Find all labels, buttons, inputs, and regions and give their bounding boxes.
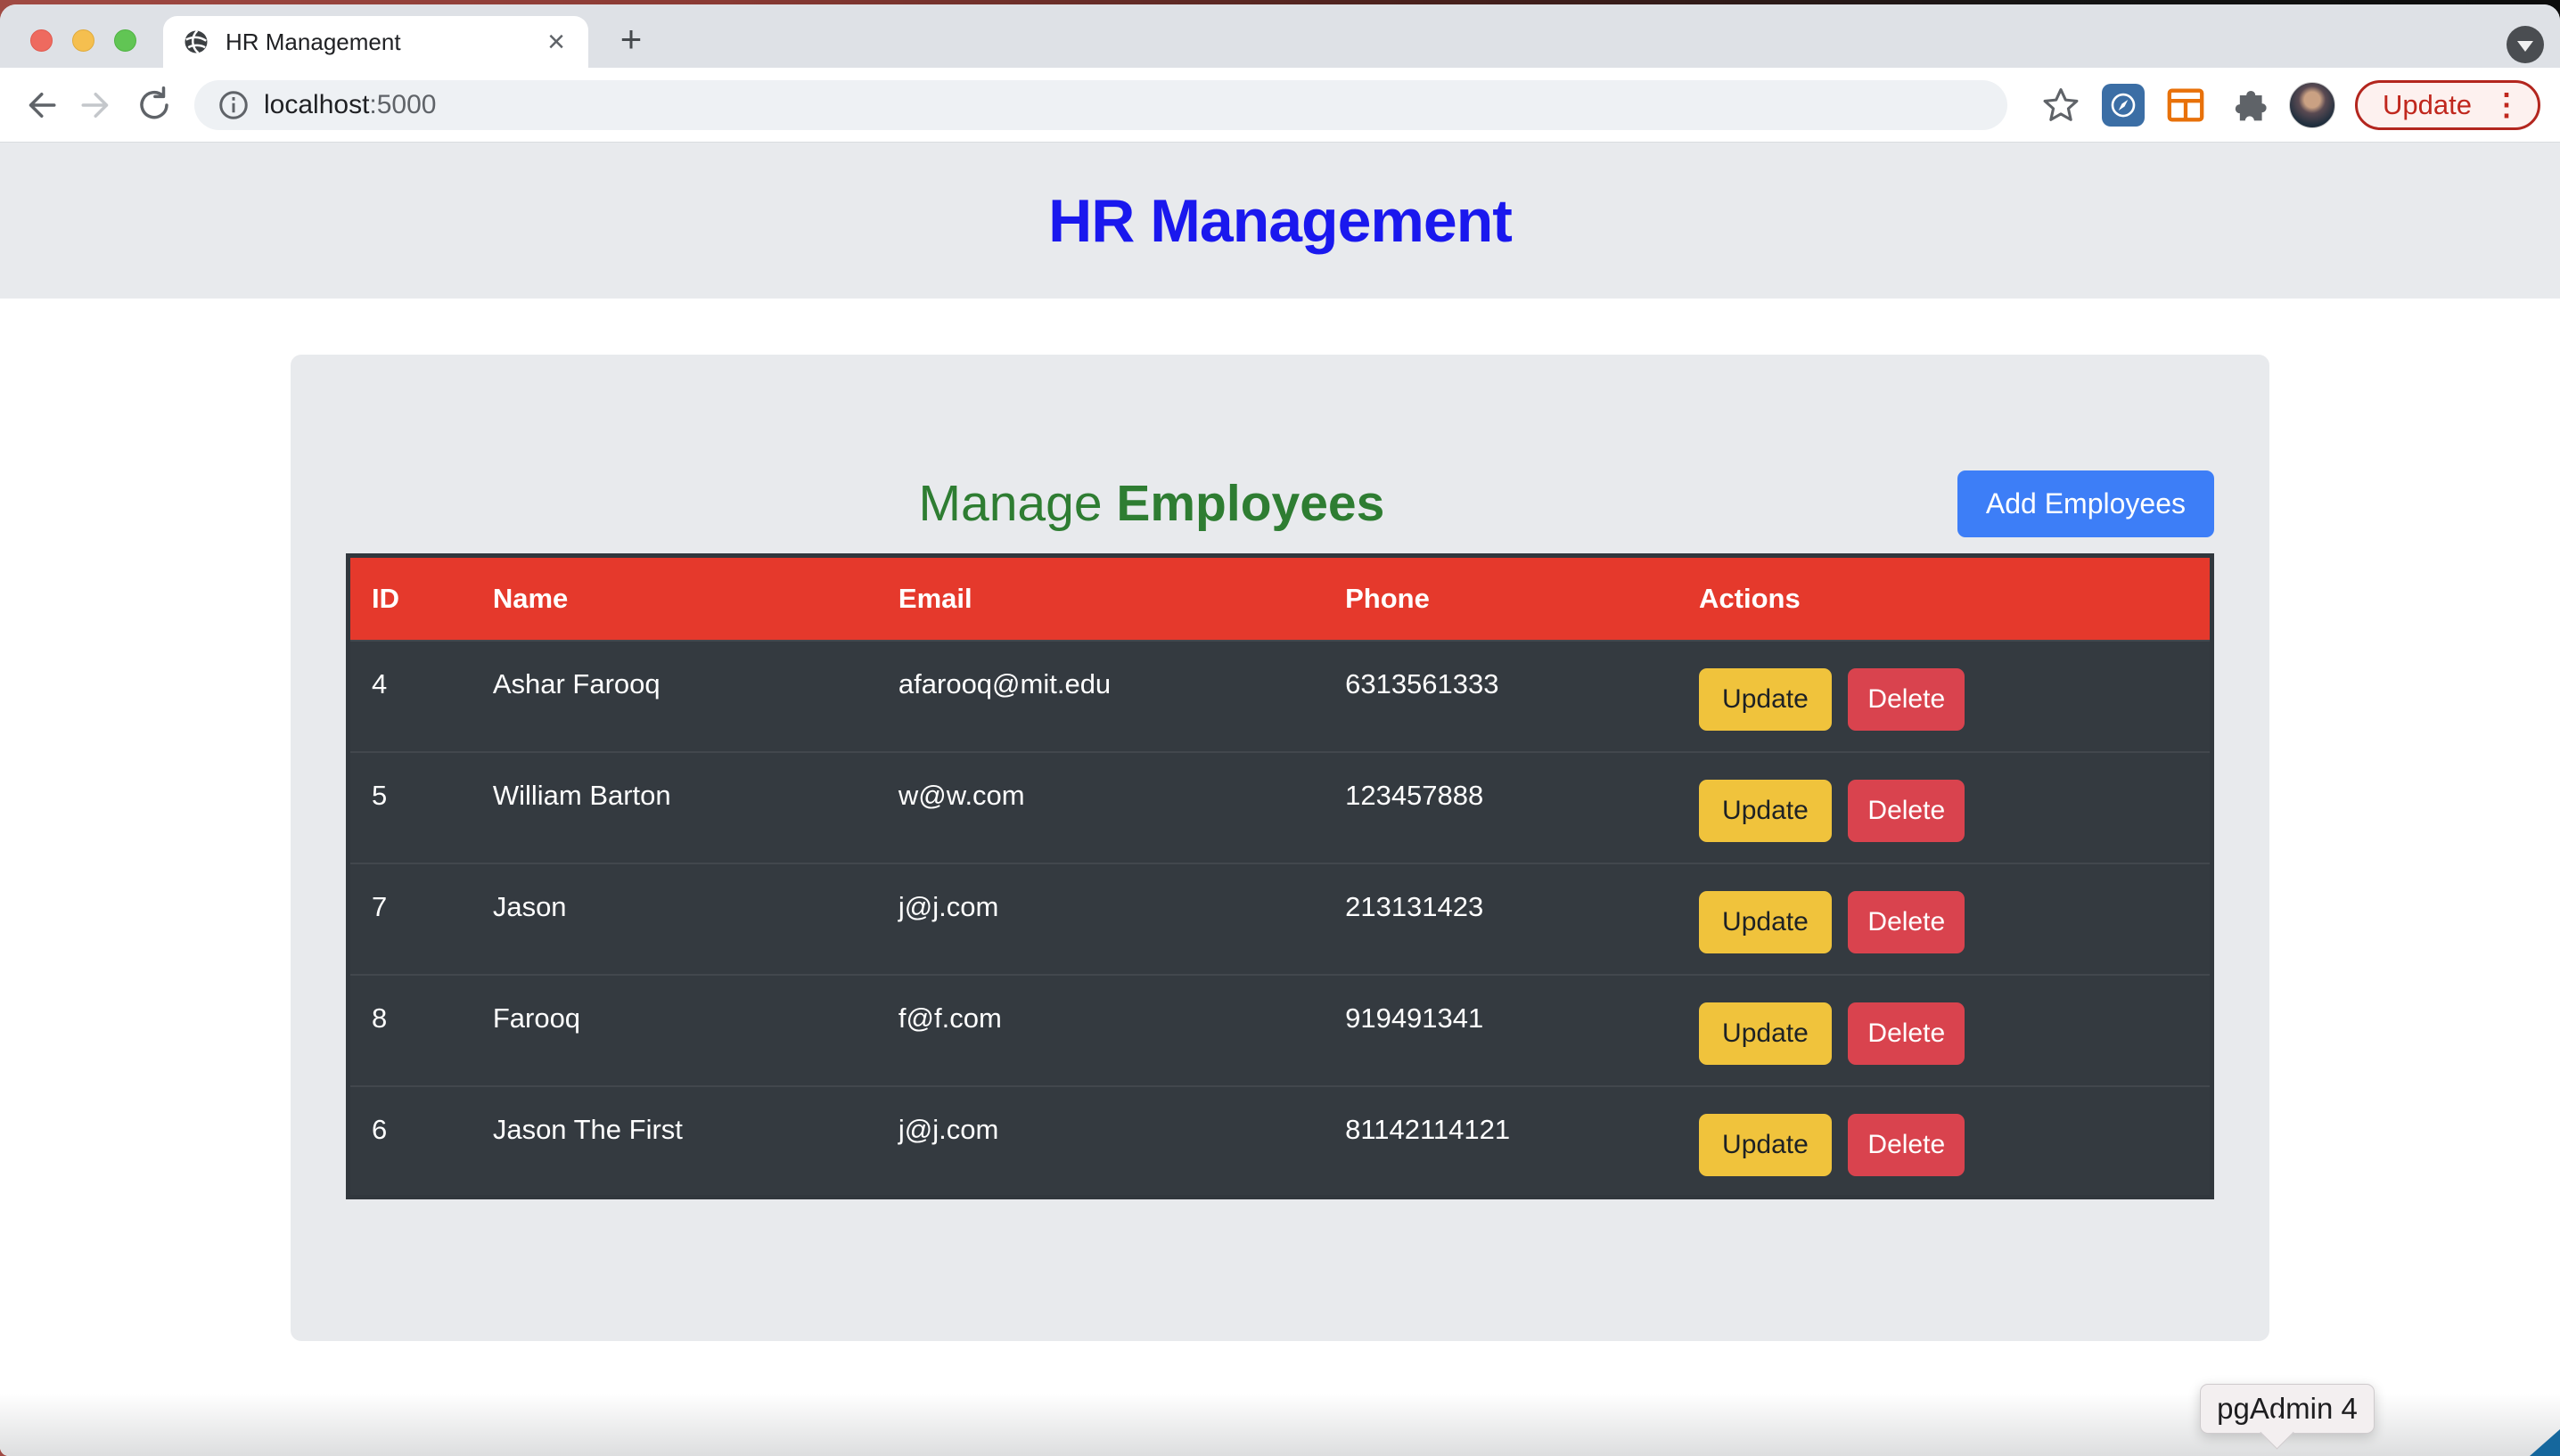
- employee-actions-cell: Update Delete: [1678, 863, 2211, 975]
- tab-search-button[interactable]: [2507, 26, 2544, 63]
- avatar[interactable]: [2289, 82, 2335, 128]
- table-row: 8 Farooq f@f.com 919491341 Update Delete: [349, 975, 2212, 1086]
- browser-toolbar: localhost:5000: [0, 68, 2560, 143]
- employee-name-cell: Jason: [472, 863, 877, 975]
- employee-id-cell: 7: [349, 863, 472, 975]
- delete-button[interactable]: Delete: [1848, 668, 1965, 731]
- browser-window: HR Management × + localhost:5000: [0, 4, 2560, 1456]
- reload-button[interactable]: [134, 85, 175, 126]
- tab-strip: HR Management × +: [0, 4, 2560, 68]
- heading-emphasis: Employees: [1116, 475, 1384, 532]
- delete-button[interactable]: Delete: [1848, 1114, 1965, 1176]
- bookmark-star-icon: [2041, 86, 2080, 125]
- employee-actions-cell: Update Delete: [1678, 1086, 2211, 1198]
- table-header-row: ID Name Email Phone Actions: [349, 556, 2212, 641]
- employee-phone-cell: 919491341: [1324, 975, 1678, 1086]
- bookmark-button[interactable]: [2039, 84, 2082, 127]
- employee-name-cell: Jason The First: [472, 1086, 877, 1198]
- dock-icon-corner: [2530, 1429, 2560, 1456]
- employee-actions-cell: Update Delete: [1678, 752, 2211, 863]
- compass-extension-button[interactable]: [2102, 84, 2145, 127]
- employee-name-cell: William Barton: [472, 752, 877, 863]
- close-tab-icon[interactable]: ×: [544, 29, 569, 55]
- tab-title: HR Management: [226, 29, 544, 56]
- delete-button[interactable]: Delete: [1848, 780, 1965, 842]
- employee-email-cell: j@j.com: [877, 1086, 1324, 1198]
- pgadmin-tooltip-label: pgAdmin 4: [2217, 1392, 2358, 1426]
- employee-id-cell: 8: [349, 975, 472, 1086]
- employee-table-body: 4 Ashar Farooq afarooq@mit.edu 631356133…: [349, 641, 2212, 1198]
- card-header-row: Manage Employees Add Employees: [346, 470, 2214, 537]
- globe-icon: [183, 29, 209, 55]
- extensions-puzzle-icon: [2228, 86, 2268, 125]
- info-icon[interactable]: [217, 89, 250, 121]
- employees-card: Manage Employees Add Employees ID Name E…: [291, 355, 2269, 1341]
- delete-button[interactable]: Delete: [1848, 891, 1965, 953]
- close-window-button[interactable]: [30, 29, 53, 52]
- table-row: 7 Jason j@j.com 213131423 Update Delete: [349, 863, 2212, 975]
- manage-employees-heading: Manage Employees: [346, 470, 1957, 536]
- table-row: 4 Ashar Farooq afarooq@mit.edu 631356133…: [349, 641, 2212, 752]
- employee-phone-cell: 81142114121: [1324, 1086, 1678, 1198]
- employee-actions-cell: Update Delete: [1678, 975, 2211, 1086]
- employee-id-cell: 4: [349, 641, 472, 752]
- heading-prefix: Manage: [919, 475, 1117, 532]
- employee-name-cell: Ashar Farooq: [472, 641, 877, 752]
- page-header-band: HR Management: [0, 143, 2560, 299]
- employee-phone-cell: 6313561333: [1324, 641, 1678, 752]
- update-button[interactable]: Update: [1699, 780, 1832, 842]
- back-icon: [21, 86, 59, 124]
- chevron-down-icon: [2517, 41, 2533, 52]
- minimize-window-button[interactable]: [72, 29, 94, 52]
- more-menu-dots-icon[interactable]: ⋮: [2491, 87, 2522, 123]
- browser-update-label: Update: [2383, 89, 2472, 121]
- column-header-actions: Actions: [1678, 556, 2211, 641]
- update-button[interactable]: Update: [1699, 668, 1832, 731]
- back-button[interactable]: [20, 85, 61, 126]
- address-bar[interactable]: localhost:5000: [194, 80, 2007, 130]
- employee-name-cell: Farooq: [472, 975, 877, 1086]
- employee-email-cell: w@w.com: [877, 752, 1324, 863]
- reload-icon: [135, 86, 173, 124]
- grid-extension-button[interactable]: [2164, 84, 2207, 127]
- employee-email-cell: j@j.com: [877, 863, 1324, 975]
- url-port: :5000: [369, 90, 436, 120]
- pgadmin-dock-tooltip: pgAdmin 4: [2200, 1384, 2375, 1434]
- update-button[interactable]: Update: [1699, 1002, 1832, 1065]
- column-header-phone: Phone: [1324, 556, 1678, 641]
- browser-update-button[interactable]: Update ⋮: [2355, 80, 2540, 130]
- employee-id-cell: 5: [349, 752, 472, 863]
- web-page: HR Management Manage Employees Add Emplo…: [0, 143, 2560, 1456]
- column-header-name: Name: [472, 556, 877, 641]
- employee-email-cell: f@f.com: [877, 975, 1324, 1086]
- update-button[interactable]: Update: [1699, 1114, 1832, 1176]
- grid-extension-icon: [2165, 85, 2206, 126]
- browser-tab[interactable]: HR Management ×: [163, 16, 588, 68]
- table-row: 5 William Barton w@w.com 123457888 Updat…: [349, 752, 2212, 863]
- add-employees-button[interactable]: Add Employees: [1957, 470, 2214, 537]
- extensions-button[interactable]: [2227, 84, 2269, 127]
- employee-id-cell: 6: [349, 1086, 472, 1198]
- window-controls: [30, 29, 136, 52]
- page-title: HR Management: [1048, 186, 1512, 256]
- column-header-id: ID: [349, 556, 472, 641]
- compass-extension-icon: [2102, 84, 2145, 127]
- zoom-window-button[interactable]: [114, 29, 136, 52]
- employee-email-cell: afarooq@mit.edu: [877, 641, 1324, 752]
- forward-button[interactable]: [77, 85, 118, 126]
- table-row: 6 Jason The First j@j.com 81142114121 Up…: [349, 1086, 2212, 1198]
- employee-phone-cell: 123457888: [1324, 752, 1678, 863]
- update-button[interactable]: Update: [1699, 891, 1832, 953]
- bottom-fade: [0, 1394, 2560, 1456]
- employees-table: ID Name Email Phone Actions 4 Ashar Faro…: [346, 553, 2214, 1199]
- employee-actions-cell: Update Delete: [1678, 641, 2211, 752]
- employee-phone-cell: 213131423: [1324, 863, 1678, 975]
- column-header-email: Email: [877, 556, 1324, 641]
- new-tab-button[interactable]: +: [611, 20, 652, 61]
- url-host: localhost: [264, 90, 369, 120]
- delete-button[interactable]: Delete: [1848, 1002, 1965, 1065]
- forward-icon: [78, 86, 116, 124]
